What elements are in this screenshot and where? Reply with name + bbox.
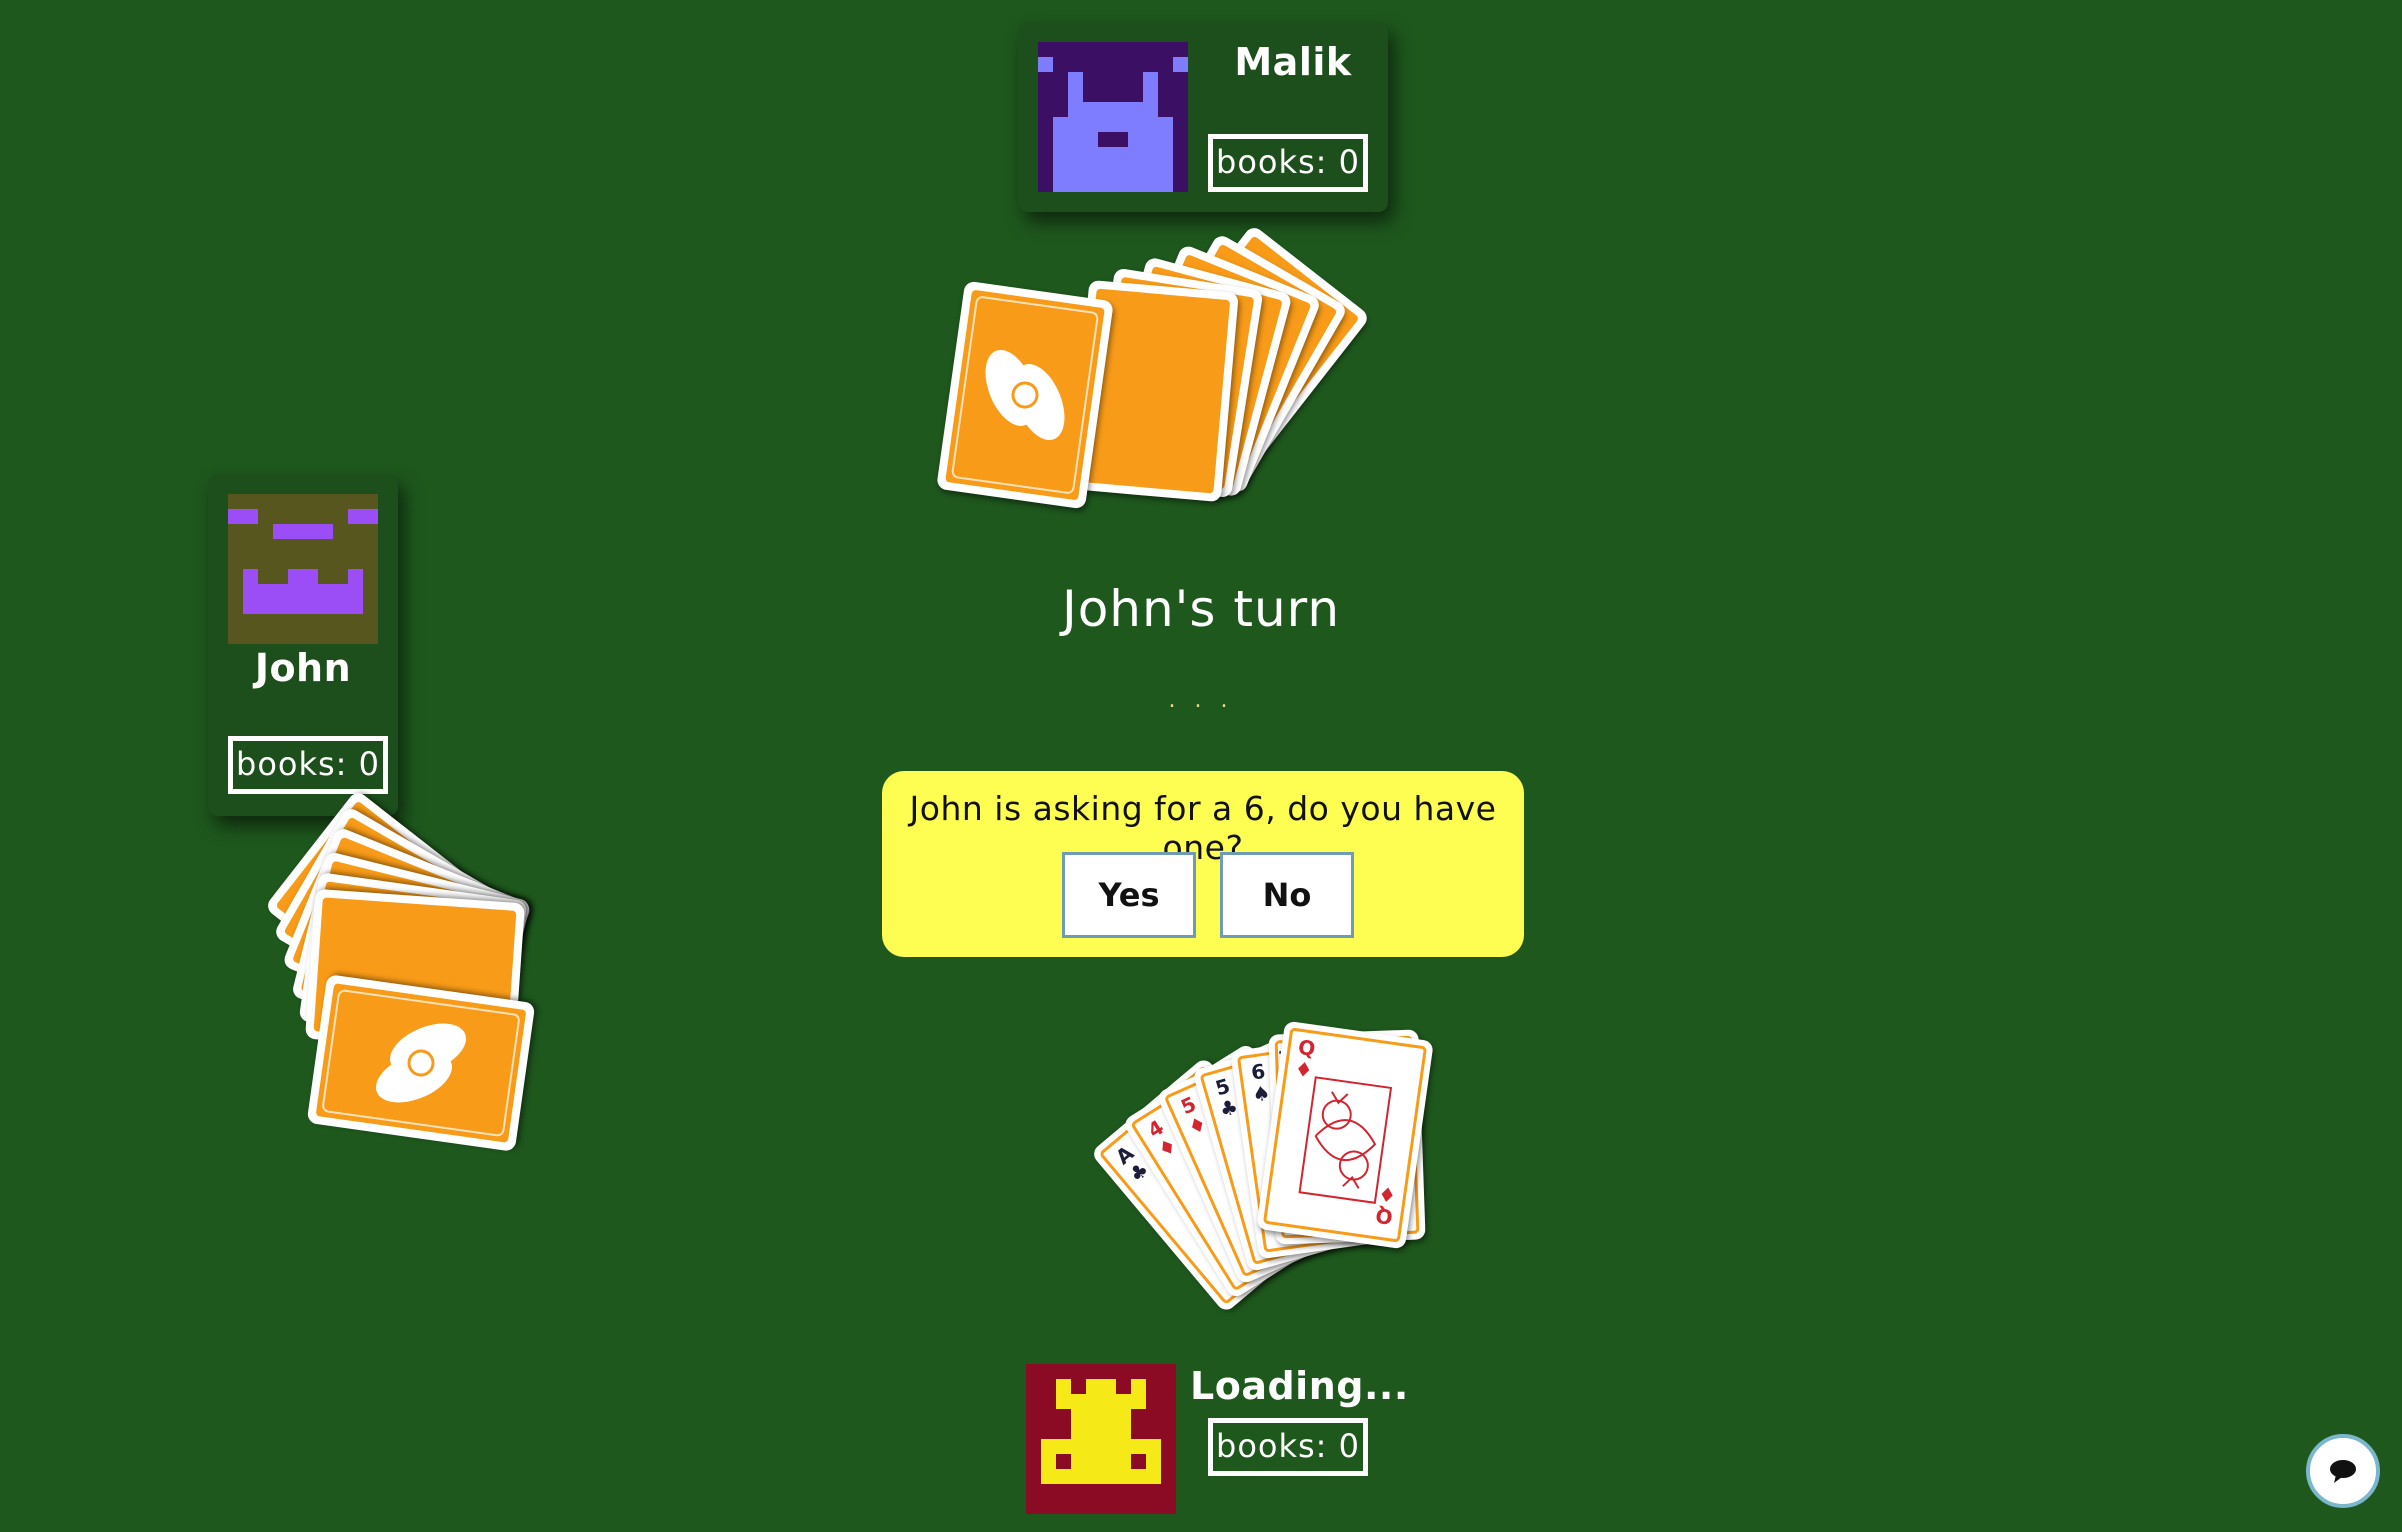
card-rank-bottom: Q bbox=[1373, 1203, 1395, 1230]
turn-indicator: John's turn bbox=[1061, 580, 1341, 638]
player-panel-john: John books: 0 bbox=[208, 474, 398, 816]
hand-card-queen[interactable]: Q ♦ Q ♦ bbox=[1256, 1020, 1434, 1250]
ask-dialog: John is asking for a 6, do you have one?… bbox=[882, 771, 1524, 957]
card-back-top bbox=[306, 974, 536, 1152]
yes-button[interactable]: Yes bbox=[1062, 852, 1196, 938]
player-name: John bbox=[254, 646, 352, 690]
ask-question: John is asking for a 6, do you have one? bbox=[909, 789, 1497, 867]
space-invader-avatar bbox=[1038, 42, 1188, 192]
books-counter: books: 0 bbox=[228, 736, 388, 794]
card-suit-bottom: ♦ bbox=[1376, 1181, 1398, 1208]
card-back-top bbox=[936, 280, 1114, 510]
loading-dots: . . . bbox=[1168, 688, 1234, 713]
player-name: Malik bbox=[1234, 40, 1352, 84]
player-name: Loading... bbox=[1190, 1364, 1409, 1408]
frog-avatar bbox=[1026, 1364, 1176, 1514]
books-counter: books: 0 bbox=[1208, 1418, 1368, 1476]
chat-bubble-icon bbox=[2330, 1460, 2356, 1483]
books-counter: books: 0 bbox=[1208, 134, 1368, 192]
no-button[interactable]: No bbox=[1220, 852, 1354, 938]
player-panel-malik: Malik books: 0 bbox=[1018, 22, 1388, 212]
chat-button[interactable] bbox=[2306, 1434, 2380, 1508]
